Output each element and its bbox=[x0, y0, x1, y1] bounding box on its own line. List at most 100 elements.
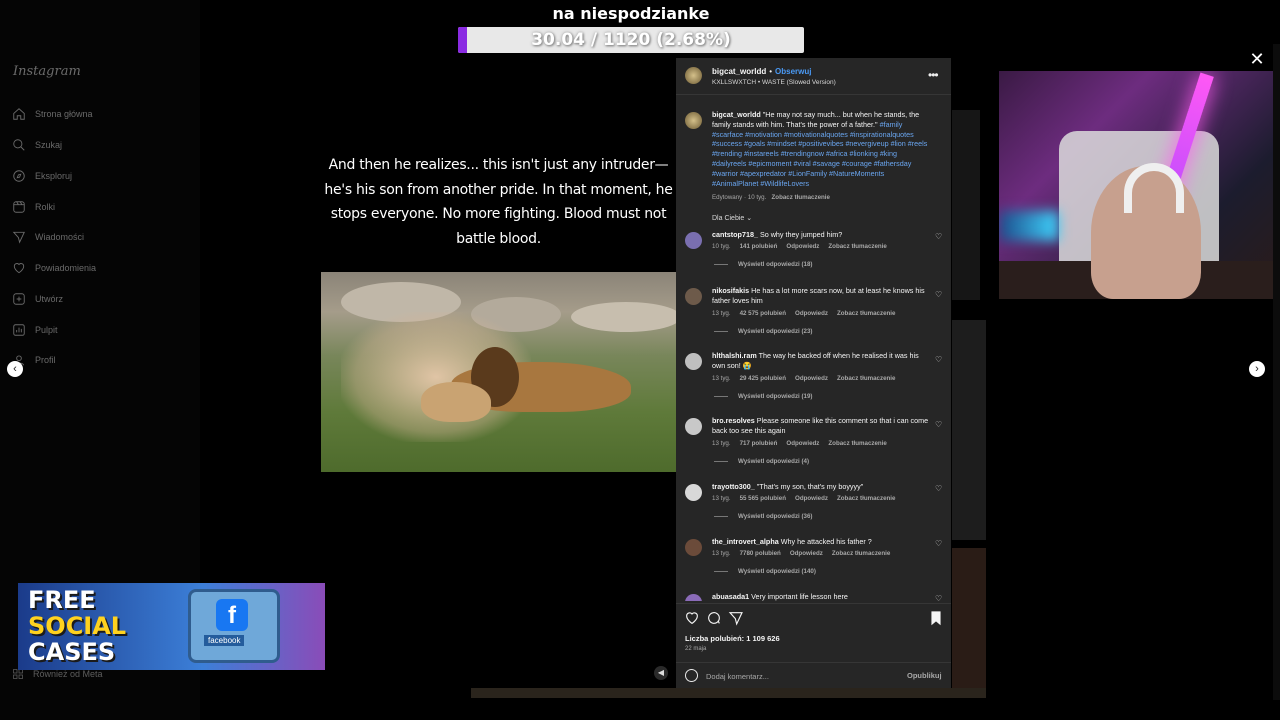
emoji-icon[interactable] bbox=[685, 669, 698, 682]
comment-likes[interactable]: 29 425 polubień bbox=[740, 375, 786, 382]
comment-likes[interactable]: 717 polubień bbox=[740, 440, 778, 447]
comment-body: abuasada1 Very important life lesson her… bbox=[712, 592, 930, 601]
post-username[interactable]: bigcat_worldd bbox=[712, 67, 766, 76]
facebook-icon: f bbox=[216, 599, 248, 631]
sidebar-item-search[interactable]: Szukaj bbox=[12, 135, 62, 155]
previous-post-arrow-icon[interactable]: ‹ bbox=[7, 361, 23, 377]
home-icon bbox=[13, 108, 25, 120]
comment-like-heart-icon[interactable]: ♡ bbox=[935, 290, 944, 299]
ad-banner[interactable]: f facebook FREE SOCIAL CASES bbox=[18, 583, 325, 670]
avatar[interactable] bbox=[685, 112, 702, 129]
comment-like-heart-icon[interactable]: ♡ bbox=[935, 594, 944, 601]
comment-username[interactable]: abuasada1 bbox=[712, 592, 749, 601]
view-replies-label: Wyświetl odpowiedzi (19) bbox=[738, 393, 813, 400]
reply-button[interactable]: Odpowiedz bbox=[795, 310, 828, 317]
sidebar-item-label: Szukaj bbox=[35, 140, 63, 150]
comment-username[interactable]: the_introvert_alpha bbox=[712, 537, 779, 546]
comment-like-heart-icon[interactable]: ♡ bbox=[935, 232, 944, 241]
sidebar-item-dashboard[interactable]: Pulpit bbox=[12, 320, 58, 340]
avatar[interactable] bbox=[685, 418, 702, 435]
share-icon[interactable] bbox=[728, 610, 744, 626]
sidebar-item-explore[interactable]: Eksploruj bbox=[12, 166, 72, 186]
see-translation-link[interactable]: Zobacz tłumaczenie bbox=[828, 243, 886, 250]
bookmark-icon[interactable] bbox=[928, 610, 944, 626]
avatar[interactable] bbox=[685, 539, 702, 556]
page-scrollbar[interactable] bbox=[1273, 44, 1280, 700]
reply-button[interactable]: Odpowiedz bbox=[786, 440, 819, 447]
like-heart-icon[interactable] bbox=[684, 610, 700, 626]
see-translation-link[interactable]: Zobacz tłumaczenie bbox=[837, 375, 895, 382]
close-icon[interactable]: ✕ bbox=[1248, 50, 1266, 68]
sidebar-item-home[interactable]: Strona główna bbox=[12, 104, 93, 124]
compass-icon bbox=[13, 170, 25, 182]
follow-button[interactable]: Obserwuj bbox=[775, 67, 811, 76]
comment-username[interactable]: hlthalshi.ram bbox=[712, 351, 757, 360]
comment-like-heart-icon[interactable]: ♡ bbox=[935, 355, 944, 364]
sidebar-item-label: Utwórz bbox=[35, 294, 64, 304]
reel-video-frame[interactable] bbox=[321, 272, 676, 472]
comment-likes[interactable]: 7780 polubień bbox=[740, 550, 781, 557]
view-replies-button[interactable]: Wyświetl odpowiedzi (140) bbox=[714, 568, 816, 575]
avatar[interactable] bbox=[685, 67, 702, 84]
comment-age: 13 tyg. bbox=[712, 495, 731, 502]
background-post-tile bbox=[952, 320, 986, 540]
comment-meta: 13 tyg. 29 425 polubień Odpowiedz Zobacz tł… bbox=[712, 375, 904, 382]
more-options-icon[interactable]: ••• bbox=[928, 68, 939, 82]
see-translation-link[interactable]: Zobacz tłumaczenie bbox=[832, 550, 890, 557]
caption-hashtags[interactable]: #family #scarface #motivation #motivatio… bbox=[712, 120, 927, 188]
comment-like-heart-icon[interactable]: ♡ bbox=[935, 539, 944, 548]
reply-button[interactable]: Odpowiedz bbox=[795, 375, 828, 382]
rock bbox=[571, 302, 676, 332]
comment-bubble-icon[interactable] bbox=[706, 610, 722, 626]
view-replies-button[interactable]: Wyświetl odpowiedzi (36) bbox=[714, 513, 813, 520]
view-replies-button[interactable]: Wyświetl odpowiedzi (19) bbox=[714, 393, 813, 400]
sidebar-item-create[interactable]: Utwórz bbox=[12, 289, 63, 309]
comment-input[interactable] bbox=[706, 668, 896, 684]
reply-button[interactable]: Odpowiedz bbox=[795, 495, 828, 502]
comment-username[interactable]: cantstop718_ bbox=[712, 230, 758, 239]
background-post-strip bbox=[471, 688, 986, 698]
comment-username[interactable]: trayotto300_ bbox=[712, 482, 755, 491]
comment-like-heart-icon[interactable]: ♡ bbox=[935, 420, 944, 429]
likes-count[interactable]: Liczba polubień: 1 109 626 bbox=[685, 634, 780, 643]
comment-body: bro.resolves Please someone like this co… bbox=[712, 416, 930, 436]
see-translation-link[interactable]: Zobacz tłumaczenie bbox=[837, 310, 895, 317]
next-post-arrow-icon[interactable]: › bbox=[1249, 361, 1265, 377]
audio-track[interactable]: KXLLSWXTCH • WASTE (Slowed Version) bbox=[712, 79, 836, 86]
comment-likes[interactable]: 42 575 polubień bbox=[740, 310, 786, 317]
view-replies-button[interactable]: Wyświetl odpowiedzi (23) bbox=[714, 328, 813, 335]
avatar[interactable] bbox=[685, 594, 702, 601]
mute-icon[interactable]: ◀ bbox=[654, 666, 668, 680]
avatar[interactable] bbox=[685, 353, 702, 370]
reply-button[interactable]: Odpowiedz bbox=[790, 550, 823, 557]
caption-username[interactable]: bigcat_worldd bbox=[712, 110, 761, 119]
comment-likes[interactable]: 55 565 polubień bbox=[740, 495, 786, 502]
reply-button[interactable]: Odpowiedz bbox=[786, 243, 819, 250]
avatar[interactable] bbox=[685, 484, 702, 501]
sidebar-item-notifications[interactable]: Powiadomienia bbox=[12, 258, 96, 278]
reel-video-player[interactable]: And then he realizes... this isn't just … bbox=[321, 60, 676, 688]
comment-likes[interactable]: 141 polubień bbox=[740, 243, 778, 250]
view-replies-button[interactable]: Wyświetl odpowiedzi (4) bbox=[714, 458, 809, 465]
lion bbox=[421, 382, 491, 422]
comment-body: trayotto300_ "That's my son, that's my b… bbox=[712, 482, 930, 492]
see-translation-link[interactable]: Zobacz tłumaczenie bbox=[828, 440, 886, 447]
sidebar-item-reels[interactable]: Rolki bbox=[12, 197, 55, 217]
comment-username[interactable]: bro.resolves bbox=[712, 416, 755, 425]
see-translation-link[interactable]: Zobacz tłumaczenie bbox=[837, 495, 895, 502]
ad-line-3: CASES bbox=[28, 638, 116, 666]
comments-list[interactable]: bigcat_worldd "He may not say much... bu… bbox=[676, 98, 951, 601]
replies-divider bbox=[714, 396, 728, 397]
comment-like-heart-icon[interactable]: ♡ bbox=[935, 484, 944, 493]
see-translation-link[interactable]: Zobacz tłumaczenie bbox=[772, 194, 830, 201]
comment-username[interactable]: nikosifakis bbox=[712, 286, 749, 295]
instagram-logo[interactable]: Instagram bbox=[13, 64, 81, 79]
avatar[interactable] bbox=[685, 232, 702, 249]
sidebar-item-label: Profil bbox=[35, 355, 56, 365]
sidebar-item-label: Pulpit bbox=[35, 325, 58, 335]
view-replies-button[interactable]: Wyświetl odpowiedzi (18) bbox=[714, 261, 813, 268]
comment-sort-dropdown[interactable]: Dla Ciebie ⌄ bbox=[712, 214, 752, 222]
sidebar-item-messages[interactable]: Wiadomości bbox=[12, 227, 84, 247]
avatar[interactable] bbox=[685, 288, 702, 305]
publish-button[interactable]: Opublikuj bbox=[907, 671, 942, 680]
